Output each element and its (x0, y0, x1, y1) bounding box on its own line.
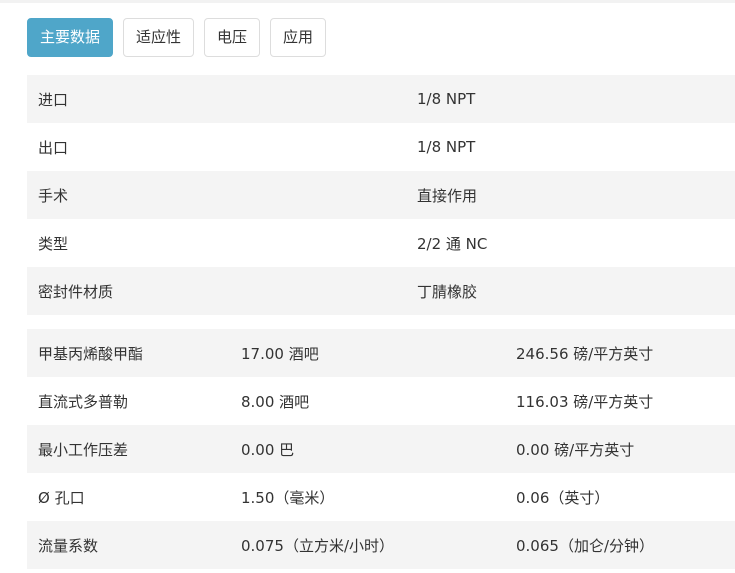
table-row: 最小工作压差 0.00 巴 0.00 磅/平方英寸 (27, 425, 735, 473)
general-spec-table: 进口 1/8 NPT 出口 1/8 NPT 手术 直接作用 类型 2/2 通 N… (27, 75, 735, 315)
product-data-panel: 主要数据 适应性 电压 应用 进口 1/8 NPT 出口 1/8 NPT 手术 … (0, 0, 735, 573)
spec-name: 出口 (38, 138, 69, 157)
pressure-spec-table: 甲基丙烯酸甲酯 17.00 酒吧 246.56 磅/平方英寸 直流式多普勒 8.… (27, 329, 735, 569)
tab-adaptability[interactable]: 适应性 (123, 18, 195, 57)
spec-imperial-value: 246.56 磅/平方英寸 (516, 344, 654, 363)
table-row: 密封件材质 丁腈橡胶 (27, 267, 735, 315)
spec-metric-value: 17.00 酒吧 (241, 344, 319, 363)
table-row: 类型 2/2 通 NC (27, 219, 735, 267)
spec-value: 1/8 NPT (417, 90, 476, 108)
tab-voltage[interactable]: 电压 (204, 18, 261, 57)
tab-bar: 主要数据 适应性 电压 应用 (27, 18, 327, 57)
top-divider (0, 0, 735, 3)
table-row: 甲基丙烯酸甲酯 17.00 酒吧 246.56 磅/平方英寸 (27, 329, 735, 377)
spec-name: 进口 (38, 90, 69, 109)
table-row: 出口 1/8 NPT (27, 123, 735, 171)
spec-name: 甲基丙烯酸甲酯 (38, 344, 144, 363)
spec-metric-value: 0.075（立方米/小时） (241, 536, 394, 555)
table-row: 进口 1/8 NPT (27, 75, 735, 123)
spec-imperial-value: 0.065（加仑/分钟） (516, 536, 654, 555)
spec-imperial-value: 0.06（英寸） (516, 488, 610, 507)
tab-application[interactable]: 应用 (270, 18, 327, 57)
spec-metric-value: 0.00 巴 (241, 440, 295, 459)
spec-imperial-value: 116.03 磅/平方英寸 (516, 392, 654, 411)
spec-value: 1/8 NPT (417, 138, 476, 156)
spec-name: 密封件材质 (38, 282, 114, 301)
table-row: 手术 直接作用 (27, 171, 735, 219)
spec-metric-value: 8.00 酒吧 (241, 392, 310, 411)
table-row: Ø 孔口 1.50（毫米） 0.06（英寸） (27, 473, 735, 521)
spec-metric-value: 1.50（毫米） (241, 488, 335, 507)
table-row: 流量系数 0.075（立方米/小时） 0.065（加仑/分钟） (27, 521, 735, 569)
spec-value: 2/2 通 NC (417, 234, 488, 253)
spec-name: 流量系数 (38, 536, 99, 555)
spec-value: 直接作用 (417, 186, 478, 205)
spec-imperial-value: 0.00 磅/平方英寸 (516, 440, 635, 459)
spec-value: 丁腈橡胶 (417, 282, 478, 301)
spec-name: Ø 孔口 (38, 488, 85, 507)
spec-name: 手术 (38, 186, 69, 205)
spec-name: 类型 (38, 234, 69, 253)
spec-name: 最小工作压差 (38, 440, 129, 459)
tab-main-data[interactable]: 主要数据 (27, 18, 114, 57)
table-row: 直流式多普勒 8.00 酒吧 116.03 磅/平方英寸 (27, 377, 735, 425)
spec-name: 直流式多普勒 (38, 392, 129, 411)
